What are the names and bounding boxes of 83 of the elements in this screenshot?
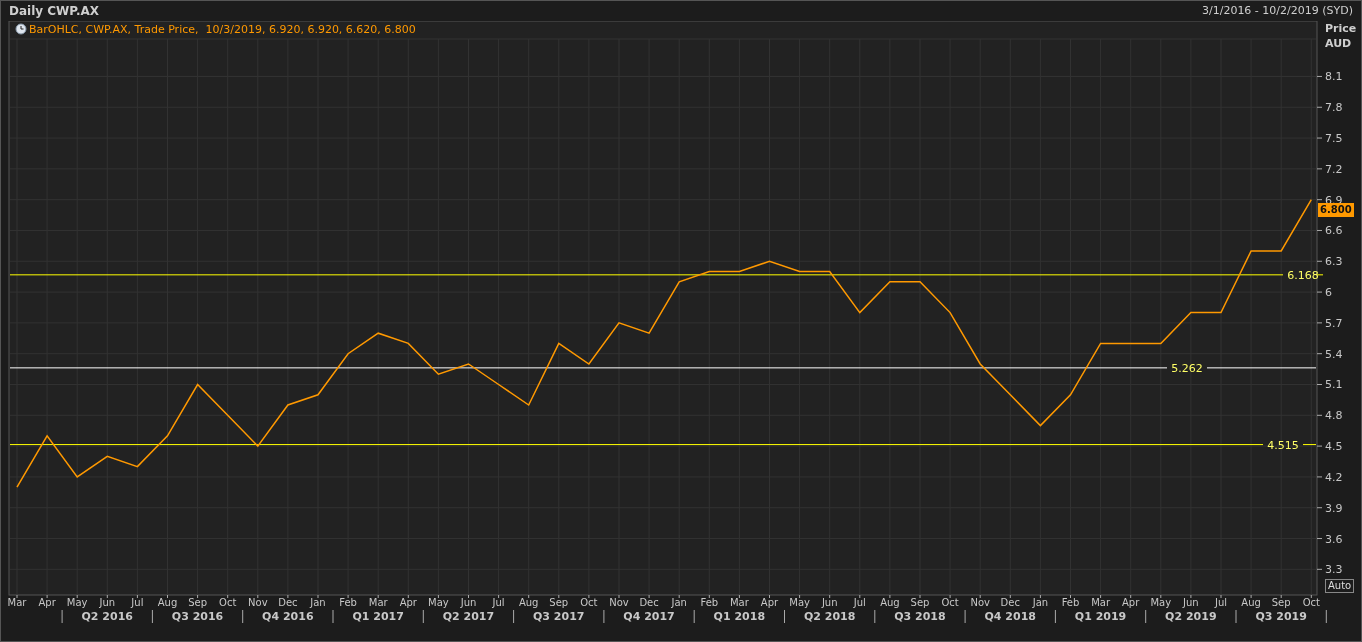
month-label: Jun	[99, 597, 116, 608]
month-label: Sep	[1271, 597, 1291, 608]
last-price: 6.800	[1318, 202, 1354, 217]
y-tick-label: 3.3	[1325, 563, 1343, 577]
month-label: Jun	[460, 597, 477, 608]
quarter-label: Q4 2016	[262, 610, 314, 623]
month-label: Dec	[639, 597, 659, 608]
month-label: May	[1150, 597, 1172, 608]
month-label: Apr	[760, 597, 779, 608]
y-tick-label: 4.5	[1325, 440, 1343, 454]
month-label: Mar	[1091, 597, 1111, 608]
reference-value: 5.262	[1171, 361, 1203, 375]
month-label: Feb	[1061, 597, 1080, 608]
quarter-label: Q2 2018	[803, 610, 856, 623]
chart-title: Daily CWP.AX	[9, 3, 100, 20]
month-label: May	[789, 597, 810, 608]
y-tick-label: 4.2	[1325, 470, 1343, 484]
month-label: Jul	[1214, 597, 1228, 608]
date-range: 3/1/2016 - 10/2/2019 (SYD)	[1201, 2, 1353, 19]
month-label: Sep	[188, 597, 208, 608]
y-tick-label: 6.3	[1325, 255, 1343, 269]
axis-title: Price	[1325, 22, 1357, 35]
month-label: Jan	[1032, 597, 1049, 608]
month-label: Aug	[880, 597, 900, 608]
legend-text: BarOHLC, CWP.AX, Trade Price, 10/3/2019, 6.920, 6.920, 6.620, 6.800	[29, 23, 416, 36]
y-tick-label: 3.6	[1325, 532, 1343, 546]
axis-title: AUD	[1325, 37, 1352, 50]
month-label: Mar	[729, 597, 749, 608]
month-label: Oct	[219, 597, 237, 608]
month-label: Mar	[368, 597, 388, 608]
month-label: Aug	[157, 597, 178, 608]
month-label: Jul	[492, 597, 505, 608]
y-tick-label: 3.9	[1325, 501, 1343, 515]
month-label: Jan	[671, 597, 687, 608]
month-label: Feb	[339, 597, 357, 608]
y-tick-label: 6	[1325, 286, 1332, 300]
month-label: Feb	[700, 597, 719, 608]
month-label: Aug	[1241, 597, 1261, 608]
quarter-label: Q3 2019	[1255, 610, 1307, 623]
y-tick-label: 5.1	[1325, 378, 1343, 392]
month-label: Jan	[310, 597, 326, 608]
month-label: Mar	[7, 597, 27, 608]
reference-value: 6.168	[1287, 268, 1319, 282]
y-tick-label: 7.8	[1325, 101, 1343, 115]
y-tick-label: 7.2	[1325, 162, 1343, 176]
month-label: Apr	[399, 597, 417, 608]
month-label: Apr	[38, 597, 56, 608]
month-label: Jun	[821, 597, 838, 608]
quarter-label: Q2 2019	[1165, 610, 1217, 623]
quarter-label: Q1 2018	[713, 610, 766, 623]
quarter-label: Q2 2017	[442, 610, 495, 623]
month-label: Jul	[853, 597, 866, 608]
month-label: Sep	[910, 597, 930, 608]
quarter-label: Q3 2016	[171, 610, 224, 623]
month-label: Dec	[278, 597, 298, 608]
y-tick-label: 5.7	[1325, 316, 1343, 330]
quarter-label: Q2 2016	[81, 610, 133, 623]
month-label: Jul	[131, 597, 144, 608]
quarter-label: Q1 2017	[352, 610, 404, 623]
reference-value: 4.515	[1267, 438, 1299, 452]
month-label: Apr	[1122, 597, 1140, 608]
quarter-label: Q1 2019	[1074, 610, 1127, 623]
month-label: May	[428, 597, 449, 608]
month-label: Oct	[580, 597, 598, 608]
month-label: Oct	[941, 597, 959, 608]
quarter-label: Q4 2018	[984, 610, 1036, 623]
month-label: Nov	[970, 597, 990, 608]
month-label: Oct	[1302, 597, 1320, 608]
quarter-label: Q4 2017	[623, 610, 675, 623]
y-tick-label: 7.5	[1325, 132, 1343, 146]
y-tick-label: 6.6	[1325, 224, 1343, 238]
month-label: Jun	[1183, 597, 1199, 608]
quarter-label: Q3 2018	[894, 610, 946, 623]
y-tick-label: 4.8	[1325, 409, 1343, 423]
month-label: May	[66, 597, 88, 608]
quarter-label: Q3 2017	[533, 610, 585, 623]
month-label: Nov	[609, 597, 629, 608]
month-label: Aug	[518, 597, 539, 608]
month-label: Nov	[248, 597, 268, 608]
y-tick-label: 8.1	[1325, 70, 1343, 84]
month-label: Sep	[549, 597, 569, 608]
month-label: Dec	[1000, 597, 1020, 608]
y-tick-label: 5.4	[1325, 347, 1343, 361]
